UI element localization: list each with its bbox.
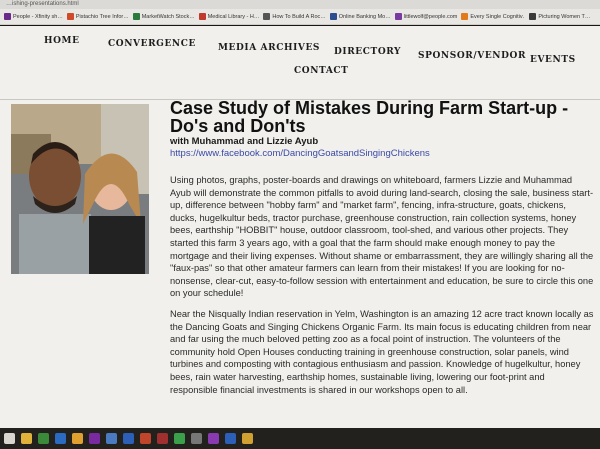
nav-media-archives[interactable]: MEDIA ARCHIVES [218, 43, 320, 53]
address-bar[interactable]: …ishing-presentations.html [0, 0, 600, 9]
chrome-icon[interactable] [38, 433, 49, 444]
speaker-photo [11, 104, 149, 274]
bookmark-favicon-icon [461, 13, 469, 20]
nav-events[interactable]: EVENTS [530, 55, 576, 65]
taskbar [0, 428, 600, 449]
bookmark-item[interactable]: Medical Library - H… [198, 13, 260, 20]
app-icon[interactable] [72, 433, 83, 444]
bookmark-favicon-icon [329, 13, 337, 20]
bookmark-item[interactable]: MarketWatch Stock… [132, 13, 195, 20]
bookmark-label: People - Xfinity sh… [13, 13, 63, 20]
facebook-link[interactable]: https://www.facebook.com/DancingGoatsand… [170, 148, 595, 159]
outlook-icon[interactable] [55, 433, 66, 444]
main-nav: HOME CONVERGENCE MEDIA ARCHIVES DIRECTOR… [0, 26, 600, 86]
explorer2-icon[interactable] [242, 433, 253, 444]
nav-home[interactable]: HOME [44, 36, 80, 46]
speaker-photo-image [11, 104, 149, 274]
nav-sponsor-vendor[interactable]: SPONSOR/VENDOR [418, 51, 526, 61]
word2-icon[interactable] [225, 433, 236, 444]
start-icon[interactable] [4, 433, 15, 444]
bookmark-favicon-icon [132, 13, 140, 20]
bookmark-label: Every Single Cognitiv… [470, 13, 526, 20]
nav-directory[interactable]: DIRECTORY [334, 47, 401, 57]
nav-convergence[interactable]: CONVERGENCE [108, 39, 196, 49]
bookmark-item[interactable]: How To Build A Roc… [263, 13, 326, 20]
photos-icon[interactable] [106, 433, 117, 444]
article-authors: with Muhammad and Lizzie Ayub [170, 136, 595, 147]
bookmark-favicon-icon [198, 13, 206, 20]
settings-icon[interactable] [191, 433, 202, 444]
bookmarks-bar: People - Xfinity sh… Pistachio Tree Infor… [0, 9, 600, 25]
bookmark-favicon-icon [394, 13, 402, 20]
bookmark-label: Picturing Women T… [538, 13, 591, 20]
authors-names: Muhammad and Lizzie Ayub [191, 136, 319, 147]
article-title: Case Study of Mistakes During Farm Start… [170, 98, 569, 136]
powerpoint-icon[interactable] [140, 433, 151, 444]
file-explorer-icon[interactable] [21, 433, 32, 444]
description-paragraph-1: Using photos, graphs, poster-boards and … [170, 175, 594, 299]
word-icon[interactable] [123, 433, 134, 444]
onenote2-icon[interactable] [208, 433, 219, 444]
bookmark-item[interactable]: Pistachio Tree Infor… [66, 13, 129, 20]
bookmark-favicon-icon [66, 13, 74, 20]
bookmark-favicon-icon [4, 13, 11, 20]
onenote-icon[interactable] [89, 433, 100, 444]
bookmark-favicon-icon [263, 13, 271, 20]
bookmark-label: MarketWatch Stock… [141, 13, 195, 20]
bookmark-label: Medical Library - H… [207, 13, 260, 20]
bookmark-item[interactable]: Every Single Cognitiv… [461, 13, 525, 20]
bookmark-label: littlewolf@people.com [403, 13, 458, 20]
bookmark-item[interactable]: Online Banking Mo… [329, 13, 391, 20]
url-text: …ishing-presentations.html [6, 1, 79, 7]
article-header: Case Study of Mistakes During Farm Start… [170, 99, 595, 159]
chrome2-icon[interactable] [174, 433, 185, 444]
authors-with-label: with [170, 136, 189, 147]
nav-contact[interactable]: CONTACT [294, 66, 348, 76]
bookmark-item[interactable]: People - Xfinity sh… [4, 13, 63, 20]
bookmark-label: Online Banking Mo… [338, 13, 391, 20]
bookmark-label: How To Build A Roc… [272, 13, 326, 20]
bookmark-item[interactable]: littlewolf@people.com [394, 13, 458, 20]
bookmark-label: Pistachio Tree Infor… [75, 13, 129, 20]
media-icon[interactable] [157, 433, 168, 444]
bookmark-favicon-icon [529, 13, 537, 20]
description-paragraph-2: Near the Nisqually Indian reservation in… [170, 309, 594, 395]
bookmark-item[interactable]: Picturing Women T… [529, 13, 590, 20]
